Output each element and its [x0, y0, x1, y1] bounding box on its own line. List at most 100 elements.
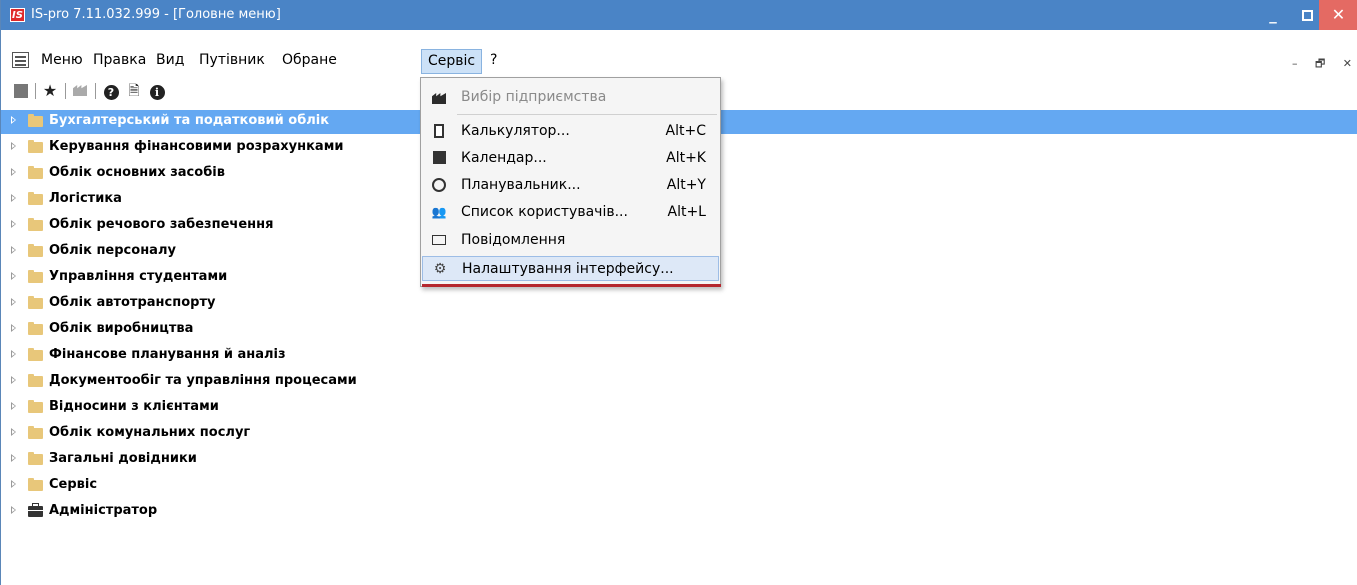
expand-arrow-icon[interactable]	[11, 246, 16, 254]
folder-icon	[28, 452, 43, 465]
menu-item-label: Календар...	[461, 150, 547, 166]
help-icon[interactable]: ?	[100, 80, 122, 102]
menu-item-label: Вибір підприємства	[461, 89, 607, 105]
expand-arrow-icon[interactable]	[11, 272, 16, 280]
tree-item-label: Управління студентами	[49, 269, 228, 284]
toolbar-separator	[35, 83, 36, 99]
menu-item-edit[interactable]: Правка	[93, 52, 146, 68]
menu-item-scheduler[interactable]: Планувальник... Alt+Y	[422, 173, 719, 198]
tree-item-label: Логістика	[49, 191, 122, 206]
mdi-controls: – 🗗 ✕	[1278, 55, 1352, 74]
tree-item[interactable]: Документообіг та управління процесами	[1, 370, 1357, 394]
folder-icon	[28, 218, 43, 231]
mdi-restore-button[interactable]: 🗗	[1315, 57, 1325, 70]
menu-item-calendar[interactable]: Календар... Alt+K	[422, 146, 719, 171]
menu-item-help[interactable]: ?	[490, 52, 497, 68]
menu-item-favorites[interactable]: Обране	[282, 52, 337, 68]
menu-item-menu[interactable]: Меню	[41, 52, 83, 68]
tree-item-label: Бухгалтерський та податковий облік	[49, 113, 330, 128]
menu-item-messages[interactable]: Повідомлення	[422, 228, 719, 253]
folder-icon	[28, 166, 43, 179]
expand-arrow-icon[interactable]	[11, 350, 16, 358]
menu-item-interface-settings[interactable]: ⚙ Налаштування інтерфейсу...	[422, 256, 719, 281]
close-button[interactable]: ✕	[1319, 0, 1357, 30]
menu-item-user-list[interactable]: 👥 Список користувачів... Alt+L	[422, 200, 719, 225]
folder-icon	[28, 296, 43, 309]
menu-item-guide[interactable]: Путівник	[199, 52, 265, 68]
folder-icon	[28, 426, 43, 439]
tree-item[interactable]: Загальні довідники	[1, 448, 1357, 472]
tree-item-label: Документообіг та управління процесами	[49, 373, 357, 388]
menu-item-calculator[interactable]: Калькулятор... Alt+C	[422, 119, 719, 144]
expand-arrow-icon[interactable]	[11, 402, 16, 410]
tree-item[interactable]: Адміністратор	[1, 500, 1357, 524]
menu-item-shortcut: Alt+Y	[666, 177, 706, 193]
menu-icon[interactable]	[12, 52, 29, 68]
tree-item-label: Облік виробництва	[49, 321, 194, 336]
mdi-minimize-button[interactable]: –	[1292, 57, 1298, 70]
expand-arrow-icon[interactable]	[11, 298, 16, 306]
maximize-icon	[1301, 10, 1313, 21]
users-icon: 👥	[431, 205, 447, 219]
toolbar-separator	[65, 83, 66, 99]
tree-item-label: Облік основних засобів	[49, 165, 225, 180]
mail-icon	[431, 233, 447, 248]
menu-item-shortcut: Alt+K	[666, 150, 706, 166]
toolbar: ★ ? 🗎 i	[1, 80, 421, 104]
tree-item-label: Облік комунальних послуг	[49, 425, 251, 440]
tree-item[interactable]: Сервіс	[1, 474, 1357, 498]
tree-item[interactable]: Фінансове планування й аналіз	[1, 344, 1357, 368]
factory-icon	[431, 90, 447, 105]
tree-item-label: Загальні довідники	[49, 451, 197, 466]
expand-arrow-icon[interactable]	[11, 454, 16, 462]
expand-arrow-icon[interactable]	[11, 480, 16, 488]
tree-item[interactable]: Облік комунальних послуг	[1, 422, 1357, 446]
tree-item[interactable]: Відносини з клієнтами	[1, 396, 1357, 420]
folder-icon	[28, 400, 43, 413]
folder-icon	[28, 140, 43, 153]
menu-item-label: Планувальник...	[461, 177, 581, 193]
expand-arrow-icon[interactable]	[11, 376, 16, 384]
expand-arrow-icon[interactable]	[11, 506, 16, 514]
minimize-button[interactable]: _	[1256, 0, 1290, 30]
menu-item-label: Калькулятор...	[461, 123, 570, 139]
document-info-icon[interactable]: 🗎	[123, 80, 145, 102]
expand-arrow-icon[interactable]	[11, 324, 16, 332]
folder-icon	[28, 114, 43, 127]
tree-item-label: Керування фінансовими розрахунками	[49, 139, 344, 154]
highlight-underline	[422, 284, 721, 287]
page-icon[interactable]	[11, 80, 31, 102]
menu-item-shortcut: Alt+C	[665, 123, 706, 139]
expand-arrow-icon[interactable]	[11, 428, 16, 436]
gears-icon: ⚙	[433, 261, 447, 277]
title-bar[interactable]: IS IS-pro 7.11.032.999 - [Головне меню] …	[1, 0, 1357, 30]
expand-arrow-icon[interactable]	[11, 116, 16, 124]
clock-icon	[431, 178, 447, 193]
folder-icon	[28, 244, 43, 257]
info-icon[interactable]: i	[146, 80, 168, 102]
expand-arrow-icon[interactable]	[11, 194, 16, 202]
expand-arrow-icon[interactable]	[11, 220, 16, 228]
star-icon[interactable]: ★	[39, 80, 61, 102]
menu-item-shortcut: Alt+L	[667, 204, 707, 220]
tree-item[interactable]: Облік виробництва	[1, 318, 1357, 342]
tree-item-label: Відносини з клієнтами	[49, 399, 219, 414]
folder-icon	[28, 478, 43, 491]
menu-item-service[interactable]: Сервіс	[421, 49, 483, 74]
tree-item[interactable]: Облік автотранспорту	[1, 292, 1357, 316]
tree-item-label: Сервіс	[49, 477, 98, 492]
window-title: IS-pro 7.11.032.999 - [Головне меню]	[31, 7, 281, 22]
expand-arrow-icon[interactable]	[11, 142, 16, 150]
mdi-close-button[interactable]: ✕	[1343, 57, 1352, 70]
menu-item-select-enterprise[interactable]: Вибір підприємства	[422, 85, 719, 110]
app-logo: IS	[10, 8, 25, 22]
folder-icon	[28, 374, 43, 387]
menu-item-view[interactable]: Вид	[156, 52, 184, 68]
tree-item-label: Фінансове планування й аналіз	[49, 347, 286, 362]
menu-separator	[457, 114, 717, 115]
expand-arrow-icon[interactable]	[11, 168, 16, 176]
folder-icon	[28, 348, 43, 361]
factory-icon[interactable]	[69, 80, 91, 102]
menu-item-label: Налаштування інтерфейсу...	[462, 261, 674, 277]
folder-icon	[28, 192, 43, 205]
